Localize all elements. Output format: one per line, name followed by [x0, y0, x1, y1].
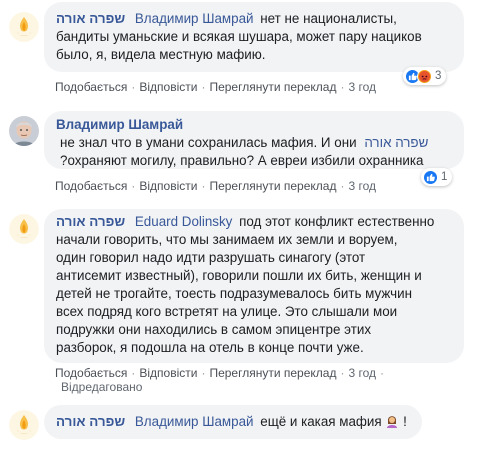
avatar-vladimir-shamrai[interactable]	[9, 116, 39, 146]
comment-author[interactable]: שפרה אורה	[56, 11, 125, 26]
comment-bubble: שפרה אורה Eduard Dolinsky под этот конфл…	[44, 209, 464, 363]
avatar-shifra-ora[interactable]	[9, 214, 39, 244]
mention-link[interactable]: Eduard Dolinsky	[135, 214, 233, 229]
mention-link[interactable]: Владимир Шамрай	[135, 414, 254, 429]
see-translation-link[interactable]: Переглянути переклад	[209, 80, 336, 94]
reply-link[interactable]: Відповісти	[139, 366, 197, 380]
comment-text: подружки они находились в самом эпицентр…	[56, 322, 372, 337]
comment-text: один говорил надо идти разрушать синагог…	[56, 250, 366, 265]
like-link[interactable]: Подобається	[55, 80, 127, 94]
timestamp[interactable]: 3 год	[348, 80, 376, 94]
comment-author[interactable]: שפרה אורה	[56, 214, 125, 229]
comment-text: детей не трогайте, тоесть подразумевалос…	[56, 286, 413, 301]
comment-text: антисемит известный), говорили пошли их …	[56, 268, 422, 283]
comment-text: не знал что в умани сохранилась мафия. И…	[60, 135, 357, 150]
avatar-shifra-ora[interactable]	[9, 12, 39, 42]
comment-actions: Подобається · Відповісти · Переглянути перек…	[55, 179, 377, 193]
reaction-summary[interactable]: 1	[421, 168, 453, 186]
comment-text: !	[403, 414, 407, 429]
comment-text: нет не националисты,	[260, 11, 397, 26]
see-translation-link[interactable]: Переглянути переклад	[209, 179, 336, 193]
like-link[interactable]: Подобається	[55, 179, 127, 193]
comment-text: ещё и какая мафия	[260, 414, 382, 429]
comment-actions: Подобається · Відповісти · Переглянути перек…	[55, 80, 377, 94]
reaction-count: 1	[441, 171, 448, 183]
comment-bubble: Владимир Шамрай не знал что в умани сохр…	[44, 111, 464, 169]
mention-link[interactable]: Владимир Шамрай	[135, 11, 254, 26]
see-translation-link[interactable]: Переглянути переклад	[209, 366, 336, 380]
comment-text: было, я, видела местную мафию.	[56, 47, 266, 62]
like-link[interactable]: Подобається	[55, 366, 127, 380]
thumbs-up-icon	[423, 169, 438, 185]
comment-text: бандиты уманьские и всякая шушара, может…	[56, 29, 422, 44]
reply-link[interactable]: Відповісти	[139, 80, 197, 94]
timestamp[interactable]: 3 год	[348, 366, 376, 380]
comment-text: разборок, я подошла на отель в конце поч…	[56, 340, 364, 355]
comment-bubble: שפרה אורה Владимир Шамрай ещё и какая ма…	[44, 405, 422, 439]
comment-author[interactable]: Владимир Шамрай	[56, 117, 183, 132]
mention-link[interactable]: שפרה אורה	[364, 135, 428, 150]
comment-bubble: שפרה אורה Владимир Шамрай нет не национа…	[44, 2, 464, 72]
timestamp[interactable]: 3 год	[348, 179, 376, 193]
comment-text: под этот конфликт естественно	[239, 214, 435, 229]
comment-text: ?охраняют могилу, правильно? А евреи изб…	[60, 153, 424, 168]
reply-link[interactable]: Відповісти	[139, 179, 197, 193]
woman-shrugging-emoji-icon	[385, 414, 399, 428]
comment-text: всех подряд кого встретят на улице. Это …	[56, 304, 398, 319]
comment-author[interactable]: שפרה אורה	[56, 414, 125, 429]
reaction-count: 3	[435, 70, 442, 82]
avatar-shifra-ora[interactable]	[9, 410, 39, 440]
comment-actions: Подобається · Відповісти · Переглянути перек…	[55, 366, 385, 380]
angry-face-icon	[417, 68, 432, 84]
reaction-summary[interactable]: 3	[403, 67, 447, 85]
edited-label[interactable]: Відредаговано	[61, 380, 142, 394]
comment-text: начали говорить, что мы занимаем их земл…	[56, 232, 398, 247]
